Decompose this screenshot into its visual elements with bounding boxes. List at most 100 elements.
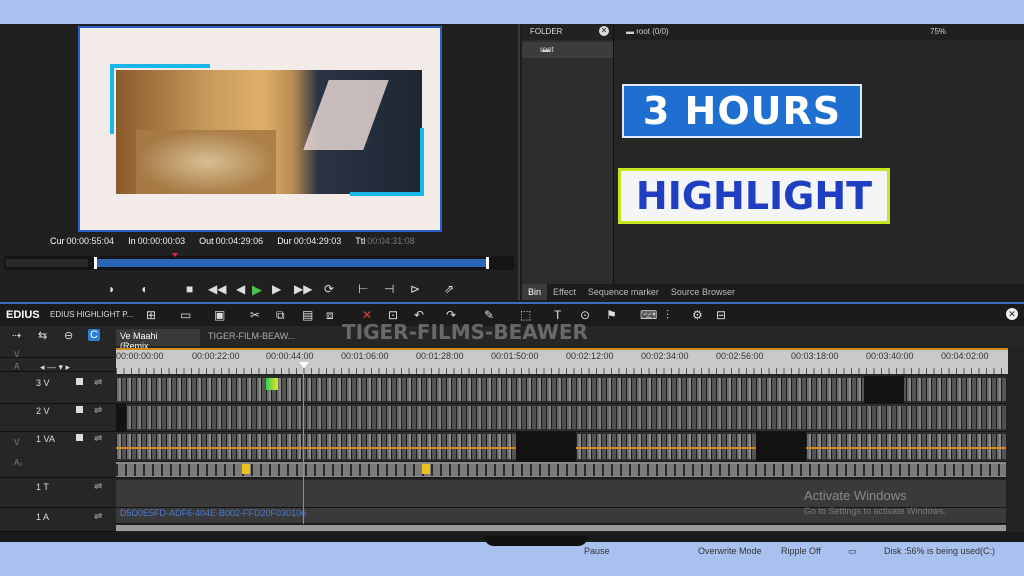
track-header-1a[interactable]: 1 A ⇌ [0, 510, 116, 532]
timecode-in: In 00:00:00:03 [128, 236, 186, 246]
horizontal-scrollbar[interactable] [116, 525, 1006, 531]
playhead-icon[interactable] [299, 362, 309, 368]
track-gap [116, 404, 126, 431]
export-icon[interactable]: ⇗ [444, 282, 454, 296]
track-link-icon[interactable]: ⇌ [94, 511, 102, 522]
timeline-cursor[interactable] [303, 374, 304, 524]
timeline-panel: EDIUS EDIUS HIGHLIGHT P... ⊞ ▭ ▣ ✂ ⧉ ▤ ⧈… [0, 302, 1024, 542]
fast-forward-icon[interactable]: ▶▶ [294, 282, 312, 296]
track-sync-icon[interactable] [76, 406, 83, 413]
ruler-label: 00:04:02:00 [941, 351, 989, 361]
track-link-icon[interactable]: ⇌ [94, 481, 102, 492]
tab-bin[interactable]: Bin [522, 284, 548, 300]
overlay-title-hours: 3 HOURS [622, 84, 862, 138]
tab-effect[interactable]: Effect [547, 284, 582, 300]
track-header-1va[interactable]: V1 VA ⇌ A₂ [0, 432, 116, 478]
scrub-in-out-range[interactable] [96, 259, 486, 267]
keyboard-icon[interactable]: ⌨ [640, 308, 657, 322]
player-scrub-bar[interactable] [4, 253, 514, 270]
sequence-settings-icon[interactable]: ⊞ [146, 308, 156, 322]
stop-icon[interactable]: ■ [186, 282, 193, 296]
match-frame-icon[interactable]: ⊳ [410, 282, 420, 296]
track-link-icon[interactable]: ⇌ [94, 405, 102, 416]
project-name[interactable]: EDIUS HIGHLIGHT P... [50, 310, 133, 319]
timeline-close-icon[interactable]: ✕ [1006, 308, 1018, 320]
settings-icon[interactable]: ⚙ [692, 308, 703, 322]
frame-bracket-left [110, 64, 114, 134]
paste-icon[interactable]: ▤ [302, 308, 313, 322]
track-gap [516, 432, 576, 461]
rewind-icon[interactable]: ◀◀ [208, 282, 226, 296]
track-header-1t[interactable]: 1 T ⇌ [0, 480, 116, 508]
mode-2-icon[interactable]: ⇆ [38, 329, 47, 342]
ruler-label: 00:02:12:00 [566, 351, 614, 361]
zoom-level[interactable]: 75% [930, 27, 946, 36]
track-link-icon[interactable]: ⇌ [94, 433, 102, 444]
tab-source-browser[interactable]: Source Browser [665, 284, 741, 300]
player-panel: Cur 00:00:55:04 In 00:00:00:03 Out 00:04:29… [0, 24, 520, 300]
audio-marker [242, 464, 250, 474]
scrub-playhead-icon[interactable] [172, 253, 178, 257]
edius-window: Cur 00:00:55:04 In 00:00:00:03 Out 00:04:29… [0, 24, 1024, 542]
tab-sequence-marker[interactable]: Sequence marker [582, 284, 665, 300]
timeline-ruler[interactable]: 00:00:00:00 00:00:22:00 00:00:44:00 00:0… [116, 348, 1008, 374]
sequence-tab-2[interactable]: TIGER-FILM-BEAW... [204, 329, 299, 346]
ruler-label: 00:02:34:00 [641, 351, 689, 361]
status-mode[interactable]: Overwrite Mode [698, 546, 762, 556]
folder-header: FOLDER ✕ [522, 24, 613, 40]
activate-windows-title: Activate Windows [804, 488, 907, 503]
preview-frame-image [116, 70, 422, 194]
overlay-title-highlight: HIGHLIGHT [618, 168, 890, 224]
channel-watermark: TIGER-FILMS-BEAWER [342, 320, 588, 344]
overwrite-icon[interactable]: ⊣ [384, 282, 394, 296]
link-icon[interactable]: ⊖ [64, 329, 73, 342]
marker-icon[interactable]: ⚑ [606, 308, 617, 322]
track-sync-icon[interactable] [76, 434, 83, 441]
step-back-icon[interactable]: ◀ [236, 282, 245, 296]
step-forward-icon[interactable]: ▶ [272, 282, 281, 296]
close-icon[interactable]: ✕ [599, 26, 609, 36]
insert-icon[interactable]: ⊢ [358, 282, 368, 296]
folder-icon: ▬ [542, 45, 550, 54]
track-link-icon[interactable]: ⇌ [94, 377, 102, 388]
preview-monitor [78, 26, 442, 232]
copy-icon[interactable]: ⧉ [276, 308, 285, 323]
frame-bracket-top [110, 64, 210, 68]
sequence-tab-active[interactable]: Ve Maahi (Remix... [116, 329, 200, 351]
timecode-ttl: Ttl 00:04:31:08 [355, 236, 415, 246]
folder-item-root[interactable]: ▬ root [522, 42, 613, 58]
cut-icon[interactable]: ✂ [250, 308, 260, 322]
scrub-pre-region [6, 259, 88, 267]
lane-1va[interactable] [116, 432, 1006, 462]
save-project-icon[interactable]: ▣ [214, 308, 225, 322]
lane-3v[interactable] [116, 376, 1006, 404]
timecode-cur: Cur 00:00:55:04 [50, 236, 115, 246]
replace-icon[interactable]: ⧈ [326, 308, 334, 323]
status-ripple[interactable]: Ripple Off [781, 546, 821, 556]
scrub-in-marker[interactable] [94, 257, 97, 269]
folder-pane: FOLDER ✕ ▬ root [522, 24, 614, 284]
loop-icon[interactable]: ⟳ [324, 282, 334, 296]
lane-1va-audio[interactable] [116, 462, 1006, 478]
layout-icon[interactable]: ⊟ [716, 308, 726, 322]
frame-bracket-bottom [350, 192, 424, 196]
timecode-out: Out 00:04:29:06 [199, 236, 264, 246]
lane-2v[interactable] [116, 404, 1006, 432]
ruler-label: 00:00:44:00 [266, 351, 314, 361]
mode-1-icon[interactable]: ⇢ [12, 329, 21, 342]
open-project-icon[interactable]: ▭ [180, 308, 191, 322]
clip-strip[interactable] [116, 406, 1006, 429]
play-icon[interactable]: ▶ [252, 282, 262, 298]
scrub-out-marker[interactable] [486, 257, 489, 269]
status-disk: Disk :56% is being used(C:) [884, 546, 996, 556]
set-in-icon[interactable]: ◗ [108, 282, 115, 296]
clip-guid: D5D0E5FD-ADF6-404E-B002-FFD20F030106 [120, 508, 307, 518]
sync-icon[interactable]: C [88, 329, 100, 341]
mixer-icon[interactable]: ⫶ [666, 308, 669, 323]
track-sync-icon[interactable] [76, 378, 83, 385]
clip-color[interactable] [266, 378, 278, 390]
track-header-2v[interactable]: 2 V ⇌ [0, 404, 116, 432]
activate-windows-subtitle: Go to Settings to activate Windows. [804, 506, 947, 516]
track-header-3v[interactable]: 3 V ⇌ [0, 376, 116, 404]
set-out-icon[interactable]: ◖ [140, 282, 147, 296]
